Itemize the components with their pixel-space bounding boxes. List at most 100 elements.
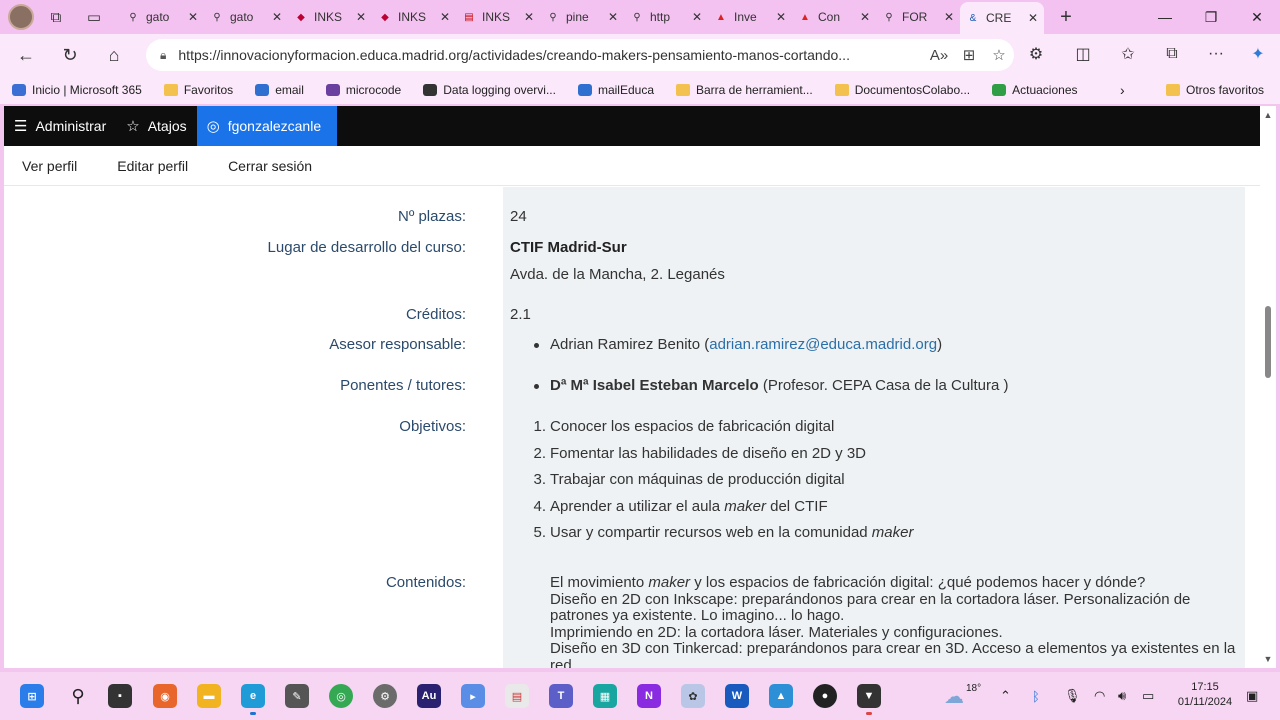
extensions-icon[interactable]: ⚙ xyxy=(1020,38,1052,70)
favorite-item[interactable]: Data logging overvi... xyxy=(423,83,556,97)
close-window-button[interactable]: ✕ xyxy=(1234,0,1280,34)
tab-actions-icon[interactable]: ▭ xyxy=(82,5,106,29)
split-screen-icon[interactable]: ◫ xyxy=(1067,38,1099,70)
copilot-icon[interactable]: ✦ xyxy=(1242,38,1274,70)
scroll-down-arrow-icon[interactable]: ▼ xyxy=(1260,654,1276,664)
objetivo-item: 4. Aprender a utilizar el aula maker del … xyxy=(533,497,828,515)
admin-bar: ☰ Administrar ☆ Atajos ◎ fgonzalezcanle xyxy=(4,106,1260,146)
scroll-up-arrow-icon[interactable]: ▲ xyxy=(1260,110,1276,120)
close-tab-icon[interactable]: ✕ xyxy=(860,10,870,24)
task-view-icon[interactable]: ▪ xyxy=(108,684,132,708)
browser-tab[interactable]: ◆ INKS ✕ xyxy=(288,3,372,31)
wifi-icon[interactable]: ◠ xyxy=(1094,672,1105,720)
reload-icon[interactable]: ↻ xyxy=(52,39,88,71)
favorites-overflow-chevron-icon[interactable]: › xyxy=(1120,76,1125,104)
taskbar-clock[interactable]: 17:15 01/11/2024 xyxy=(1170,680,1240,710)
browser-tab[interactable]: ⚲ FOR ✕ xyxy=(876,3,960,31)
file-explorer-icon[interactable]: ▬ xyxy=(197,684,221,708)
browser-tab[interactable]: ▲ Inve ✕ xyxy=(708,3,792,31)
page-scrollbar[interactable]: ▲ ▼ xyxy=(1260,106,1276,668)
educamadrid-icon[interactable]: ▦ xyxy=(593,684,617,708)
tab-title: INKS xyxy=(482,10,511,24)
search-icon[interactable]: ⚲ xyxy=(66,684,90,708)
microphone-icon[interactable]: 🎙︎ xyxy=(1064,672,1081,720)
close-tab-icon[interactable]: ✕ xyxy=(524,10,534,24)
new-tab-button[interactable]: + xyxy=(1054,6,1078,29)
favorite-star-icon[interactable]: ☆ xyxy=(984,46,1014,64)
app-available-icon[interactable]: ⊞ xyxy=(954,46,984,64)
scroll-thumb[interactable] xyxy=(1265,306,1271,378)
onenote-icon[interactable]: N xyxy=(637,684,661,708)
admin-menu[interactable]: ☰ Administrar xyxy=(4,106,116,146)
photos-icon[interactable]: ▲ xyxy=(769,684,793,708)
favorite-item[interactable]: Actuaciones xyxy=(992,83,1078,97)
profile-avatar[interactable] xyxy=(8,4,34,30)
close-tab-icon[interactable]: ✕ xyxy=(692,10,702,24)
browser-tab[interactable]: ◆ INKS ✕ xyxy=(372,3,456,31)
objetivos-label: Objetivos: xyxy=(399,418,466,435)
address-bar[interactable]: 🔒︎ https://innovacionyformacion.educa.ma… xyxy=(146,39,1014,71)
favorites-icon[interactable]: ✩ xyxy=(1112,38,1144,70)
browser-tab[interactable]: & CRE ✕ xyxy=(960,2,1044,34)
notifications-icon[interactable]: ▣ xyxy=(1246,672,1258,720)
audition-icon[interactable]: Au xyxy=(417,684,441,708)
close-tab-icon[interactable]: ✕ xyxy=(1028,11,1038,25)
volume-icon[interactable]: 🔊︎ xyxy=(1118,672,1126,720)
weather-widget[interactable]: ☁ 18° xyxy=(944,672,981,720)
favorite-item[interactable]: mailEduca xyxy=(577,83,654,97)
shortcuts-menu[interactable]: ☆ Atajos xyxy=(116,106,196,146)
browser-tab[interactable]: ▲ Con ✕ xyxy=(792,3,876,31)
close-tab-icon[interactable]: ✕ xyxy=(776,10,786,24)
close-tab-icon[interactable]: ✕ xyxy=(608,10,618,24)
favorite-item[interactable]: DocumentosColabo... xyxy=(834,83,970,97)
word-icon[interactable]: W xyxy=(725,684,749,708)
asesor-email-link[interactable]: adrian.ramirez@educa.madrid.org xyxy=(709,336,937,353)
collections-icon[interactable]: ⧉ xyxy=(1156,38,1188,70)
maximize-button[interactable]: ❐ xyxy=(1188,0,1234,34)
teams-icon[interactable]: T xyxy=(549,684,573,708)
firefox-icon[interactable]: ◉ xyxy=(153,684,177,708)
browser-tab[interactable]: ⚲ gato ✕ xyxy=(204,3,288,31)
favorite-item[interactable]: Barra de herramient... xyxy=(676,83,813,97)
url-text[interactable]: https://innovacionyformacion.educa.madri… xyxy=(178,47,924,63)
document-app-icon[interactable]: ▤ xyxy=(505,684,529,708)
browser-tab[interactable]: ⚲ http ✕ xyxy=(624,3,708,31)
favorite-item[interactable]: Inicio | Microsoft 365 xyxy=(12,83,142,97)
close-tab-icon[interactable]: ✕ xyxy=(356,10,366,24)
favorite-item[interactable]: email xyxy=(255,83,304,97)
windows-start-icon[interactable]: ⊞ xyxy=(20,684,44,708)
browser-tab[interactable]: ⚲ pine ✕ xyxy=(540,3,624,31)
read-aloud-icon[interactable]: A» xyxy=(924,47,954,64)
logout-link[interactable]: Cerrar sesión xyxy=(228,158,312,174)
obs-icon[interactable]: ● xyxy=(813,684,837,708)
gimp-icon[interactable]: ✎ xyxy=(285,684,309,708)
close-tab-icon[interactable]: ✕ xyxy=(440,10,450,24)
close-tab-icon[interactable]: ✕ xyxy=(188,10,198,24)
favorite-item[interactable]: Favoritos xyxy=(163,83,233,97)
inkscape-icon[interactable]: ▼ xyxy=(857,684,881,708)
view-profile-link[interactable]: Ver perfil xyxy=(22,158,77,174)
lock-icon[interactable]: 🔒︎ xyxy=(160,48,166,63)
user-menu[interactable]: ◎ fgonzalezcanle xyxy=(196,106,338,146)
browser-tab[interactable]: ⚲ gato ✕ xyxy=(120,3,204,31)
paint-app-icon[interactable]: ✿ xyxy=(681,684,705,708)
edit-profile-link[interactable]: Editar perfil xyxy=(117,158,188,174)
folder-icon xyxy=(163,84,178,96)
back-arrow-icon[interactable]: ← xyxy=(8,39,44,71)
close-tab-icon[interactable]: ✕ xyxy=(944,10,954,24)
workspaces-icon[interactable]: ⧉ xyxy=(44,5,68,29)
close-tab-icon[interactable]: ✕ xyxy=(272,10,282,24)
bluetooth-icon[interactable]: ᛒ xyxy=(1032,672,1040,720)
battery-icon[interactable]: ▭ xyxy=(1142,672,1154,720)
app-arrow-icon[interactable]: ▸ xyxy=(461,684,485,708)
more-menu-icon[interactable]: ··· xyxy=(1200,38,1232,70)
browser-tab[interactable]: ▤ INKS ✕ xyxy=(456,3,540,31)
tray-overflow-chevron-icon[interactable]: ⌃ xyxy=(1000,672,1011,720)
minimize-button[interactable]: — xyxy=(1142,0,1188,34)
settings-icon[interactable]: ⚙ xyxy=(373,684,397,708)
favorite-item[interactable]: microcode xyxy=(325,83,401,97)
edge-icon[interactable]: e xyxy=(241,684,265,708)
other-favorites-folder[interactable]: Otros favoritos xyxy=(1166,76,1264,104)
home-icon[interactable]: ⌂ xyxy=(96,39,132,71)
chrome-icon[interactable]: ◎ xyxy=(329,684,353,708)
